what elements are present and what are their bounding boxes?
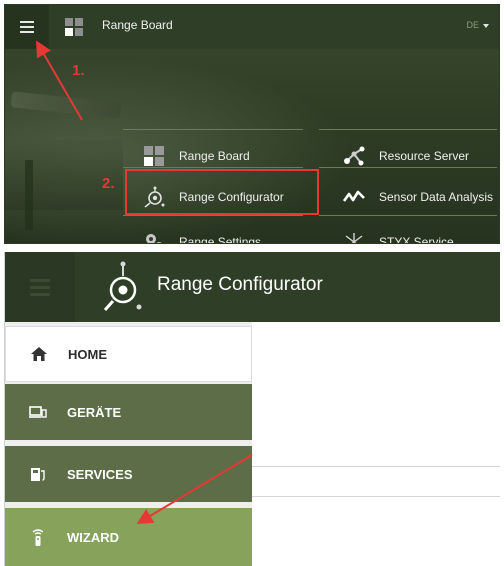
side-navigation: HOME GERÄTE SERVICES WIZARD <box>5 322 252 566</box>
grid-icon <box>143 145 165 167</box>
menu-line-icon <box>20 31 34 33</box>
app-styx-service[interactable]: STYX Service <box>343 223 454 244</box>
nav-label: HOME <box>68 346 107 362</box>
nav-label: SERVICES <box>67 466 133 482</box>
app-launcher-frame: Range Board DE Range Board Resource Serv… <box>4 4 500 244</box>
bench-leg-background-image <box>25 160 33 230</box>
app-label: Range Board <box>179 149 250 163</box>
app-launcher-screenshot: Range Board DE Range Board Resource Serv… <box>0 0 504 246</box>
menu-line-icon <box>20 21 34 23</box>
app-label: Range Settings <box>179 235 262 244</box>
app-range-settings[interactable]: Range Settings <box>143 223 262 244</box>
nodes-icon <box>343 145 365 167</box>
annotation-step-1: 1. <box>72 62 85 79</box>
content-divider <box>252 466 500 467</box>
gears-icon <box>143 231 165 243</box>
menu-line-icon <box>20 26 34 28</box>
app-label: Sensor Data Analysis <box>379 190 494 204</box>
app-sensor-data-analysis[interactable]: Sensor Data Analysis <box>342 178 494 216</box>
range-configurator-highlight-box <box>125 169 319 215</box>
nav-item-services[interactable]: SERVICES <box>5 446 252 502</box>
home-icon <box>30 345 48 363</box>
nav-label: WIZARD <box>67 529 119 545</box>
hamburger-menu-button[interactable] <box>5 5 49 49</box>
nav-item-home[interactable]: HOME <box>5 326 252 382</box>
range-configurator-screenshot: Range Configurator HOME GERÄTE SERVICES <box>4 252 500 566</box>
menu-line-icon <box>30 278 50 282</box>
app-label: Resource Server <box>379 149 470 163</box>
nav-label: GERÄTE <box>67 404 122 420</box>
language-selector[interactable]: DE <box>466 20 489 30</box>
content-divider <box>252 496 500 497</box>
remote-wizard-icon <box>29 528 47 546</box>
configurator-header: Range Configurator <box>5 252 500 322</box>
annotation-step-2: 2. <box>102 175 115 192</box>
top-bar: Range Board DE <box>5 5 499 49</box>
app-title: Range Board <box>102 18 173 32</box>
styx-icon <box>343 231 365 243</box>
nav-item-wizard[interactable]: WIZARD <box>5 508 252 566</box>
page-title: Range Configurator <box>157 274 323 295</box>
devices-icon <box>29 403 47 421</box>
services-icon <box>29 465 47 483</box>
grid-divider <box>319 129 497 130</box>
analysis-wave-icon <box>342 186 365 208</box>
app-resource-server[interactable]: Resource Server <box>343 137 469 175</box>
app-label: STYX Service <box>379 235 454 244</box>
range-board-logo-icon <box>65 18 83 36</box>
hamburger-menu-button[interactable] <box>5 252 75 322</box>
grid-divider <box>123 129 303 130</box>
configurator-logo-icon <box>101 260 145 314</box>
menu-line-icon <box>30 285 50 289</box>
nav-item-geraete[interactable]: GERÄTE <box>5 384 252 440</box>
menu-line-icon <box>30 292 50 296</box>
